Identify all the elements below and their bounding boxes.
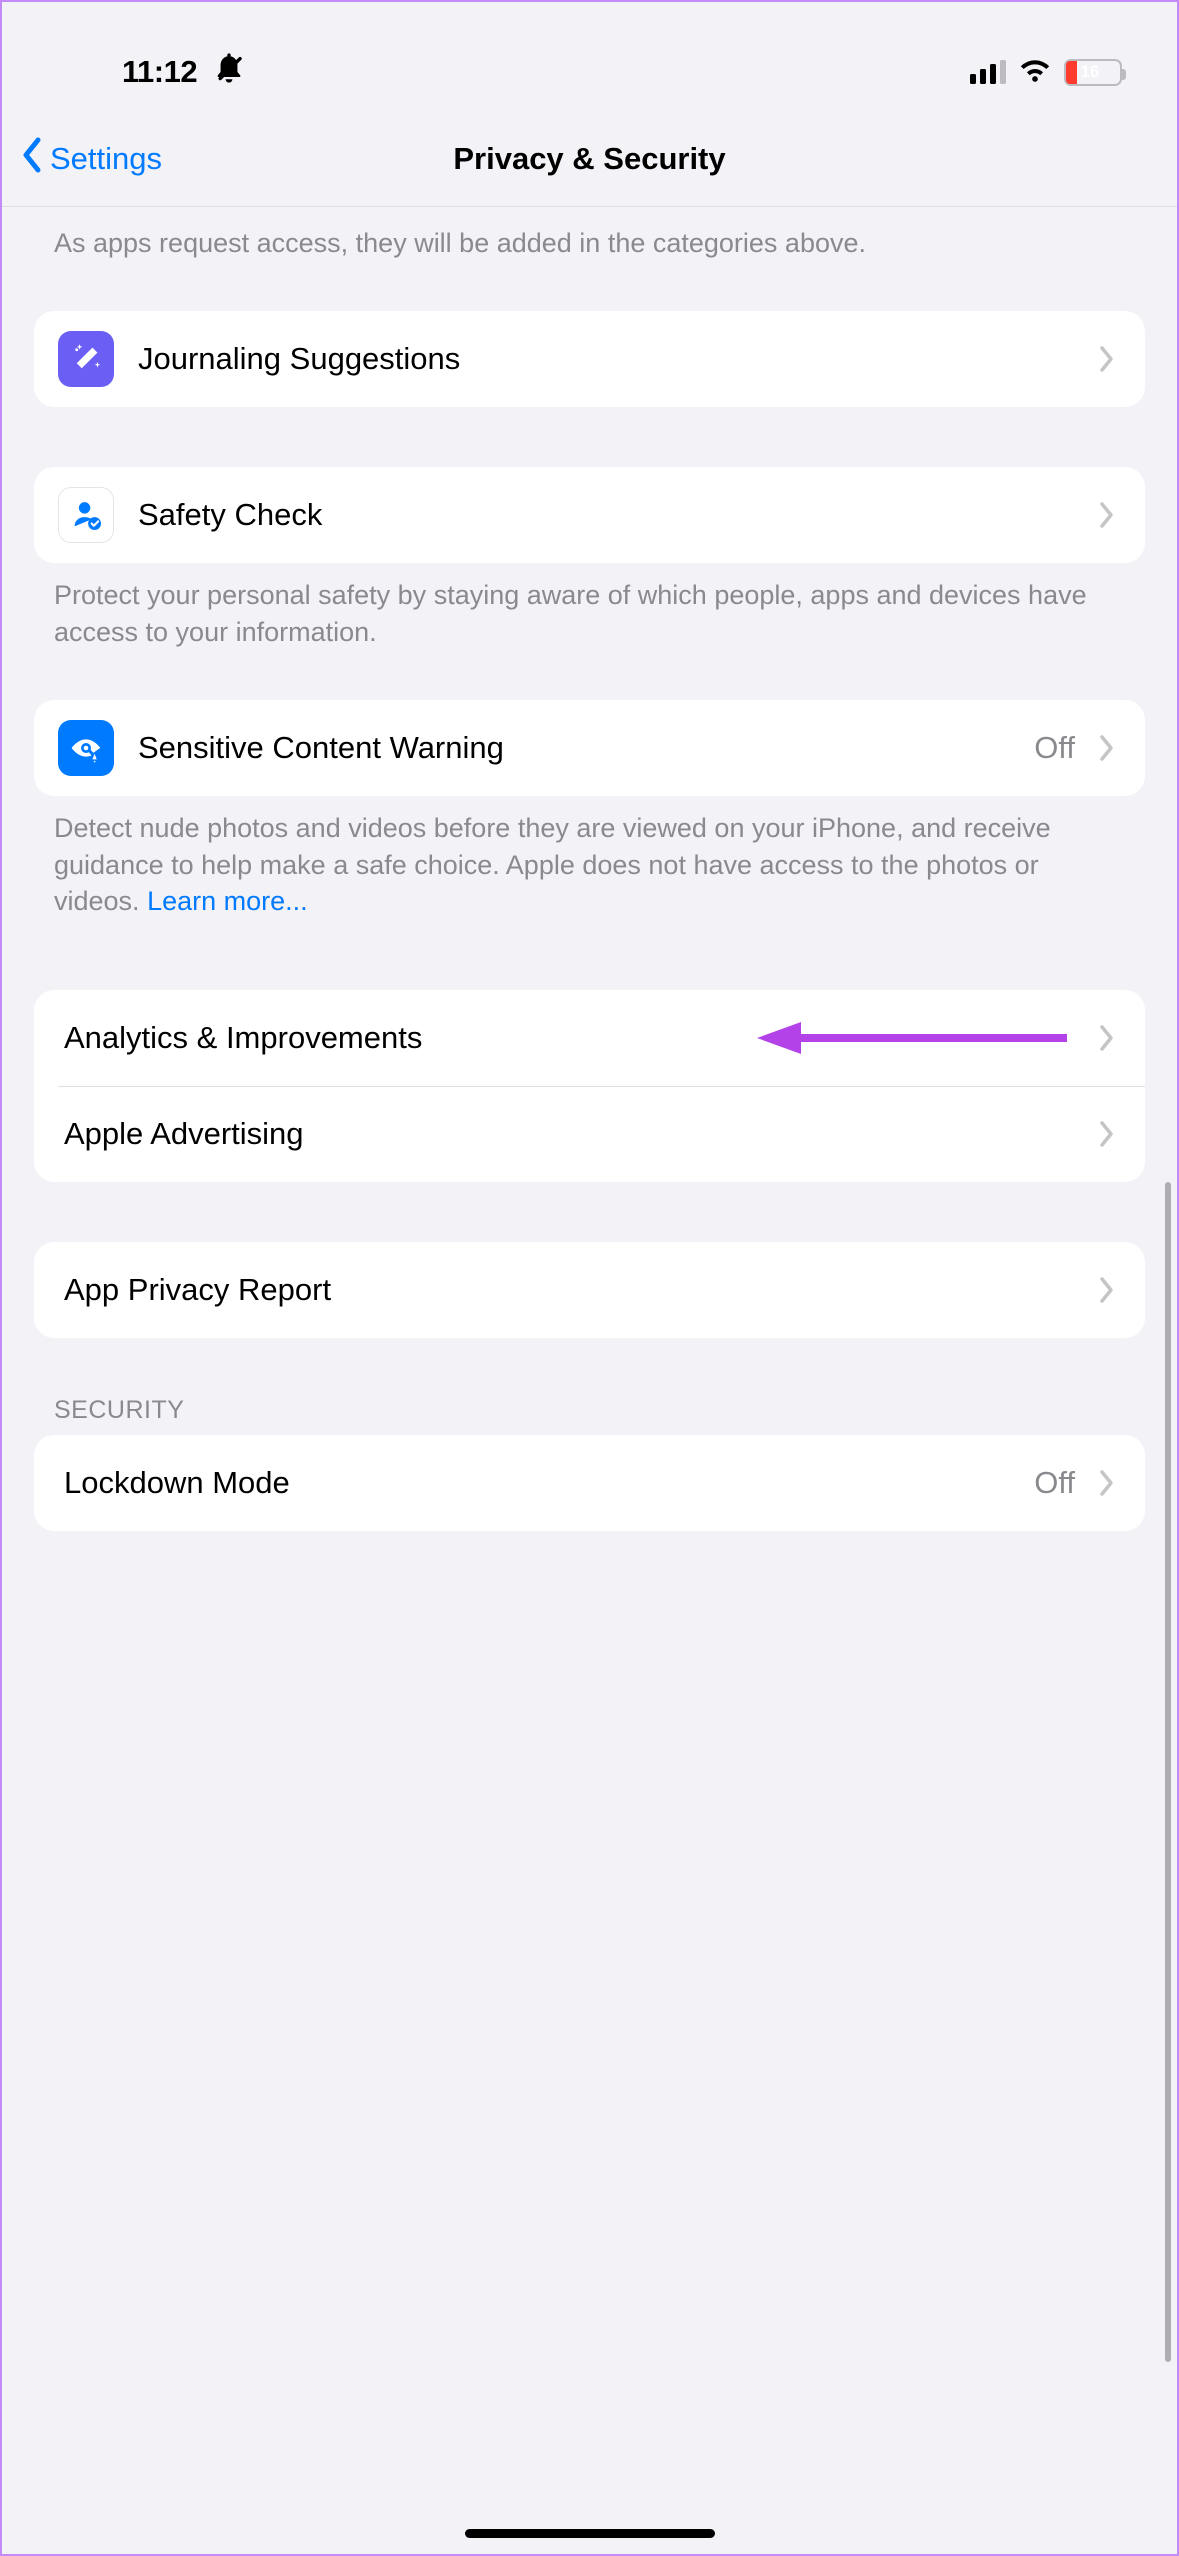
row-lockdown-mode[interactable]: Lockdown Mode Off	[34, 1435, 1145, 1531]
chevron-left-icon	[20, 136, 44, 182]
group-app-privacy-report: App Privacy Report	[34, 1242, 1145, 1338]
group-lockdown: Lockdown Mode Off	[34, 1435, 1145, 1531]
row-journaling-suggestions[interactable]: Journaling Suggestions	[34, 311, 1145, 407]
row-label: Safety Check	[138, 497, 1075, 533]
security-section-header: SECURITY	[2, 1338, 1177, 1435]
row-sensitive-content-warning[interactable]: Sensitive Content Warning Off	[34, 700, 1145, 796]
battery-icon: 16	[1064, 59, 1122, 86]
safety-check-footer: Protect your personal safety by staying …	[2, 563, 1177, 660]
status-bar: 11:12 16	[2, 2, 1177, 112]
silent-mode-icon	[211, 50, 247, 94]
chevron-right-icon	[1099, 501, 1115, 529]
sensitive-content-footer: Detect nude photos and videos before the…	[2, 796, 1177, 929]
chevron-right-icon	[1099, 1469, 1115, 1497]
row-label: Journaling Suggestions	[138, 341, 1075, 377]
status-right: 16	[970, 57, 1123, 88]
status-time: 11:12	[122, 54, 197, 90]
back-label: Settings	[50, 141, 162, 177]
row-analytics-improvements[interactable]: Analytics & Improvements	[34, 990, 1145, 1086]
device-frame: 11:12 16 Settings Privacy & Secu	[0, 0, 1179, 2556]
chevron-right-icon	[1099, 345, 1115, 373]
status-left: 11:12	[122, 50, 247, 94]
group-safety-check: Safety Check	[34, 467, 1145, 563]
row-value: Off	[1034, 1465, 1075, 1501]
chevron-right-icon	[1099, 1024, 1115, 1052]
group-journaling: Journaling Suggestions	[34, 311, 1145, 407]
wifi-icon	[1018, 57, 1052, 88]
content-scroll[interactable]: As apps request access, they will be add…	[2, 207, 1177, 1651]
group-analytics-advertising: Analytics & Improvements Apple Advertisi…	[34, 990, 1145, 1182]
group-sensitive-content: Sensitive Content Warning Off	[34, 700, 1145, 796]
learn-more-link[interactable]: Learn more...	[147, 886, 308, 916]
chevron-right-icon	[1099, 1276, 1115, 1304]
row-app-privacy-report[interactable]: App Privacy Report	[34, 1242, 1145, 1338]
row-label: Lockdown Mode	[64, 1465, 1010, 1501]
sensitive-content-eye-icon	[58, 720, 114, 776]
row-label: App Privacy Report	[64, 1272, 1075, 1308]
battery-percent: 16	[1060, 61, 1120, 84]
safety-check-person-icon	[58, 487, 114, 543]
row-label: Analytics & Improvements	[64, 1020, 1075, 1056]
back-button[interactable]: Settings	[20, 136, 162, 182]
chevron-right-icon	[1099, 734, 1115, 762]
row-safety-check[interactable]: Safety Check	[34, 467, 1145, 563]
row-apple-advertising[interactable]: Apple Advertising	[34, 1086, 1145, 1182]
home-indicator[interactable]	[465, 2529, 715, 2538]
cellular-icon	[970, 60, 1007, 84]
chevron-right-icon	[1099, 1120, 1115, 1148]
row-label: Apple Advertising	[64, 1116, 1075, 1152]
journaling-wand-icon	[58, 331, 114, 387]
row-label: Sensitive Content Warning	[138, 730, 1010, 766]
nav-header: Settings Privacy & Security	[2, 112, 1177, 207]
intro-footer: As apps request access, they will be add…	[2, 207, 1177, 271]
scroll-indicator[interactable]	[1165, 1182, 1171, 2362]
row-value: Off	[1034, 730, 1075, 766]
page-title: Privacy & Security	[2, 141, 1177, 177]
